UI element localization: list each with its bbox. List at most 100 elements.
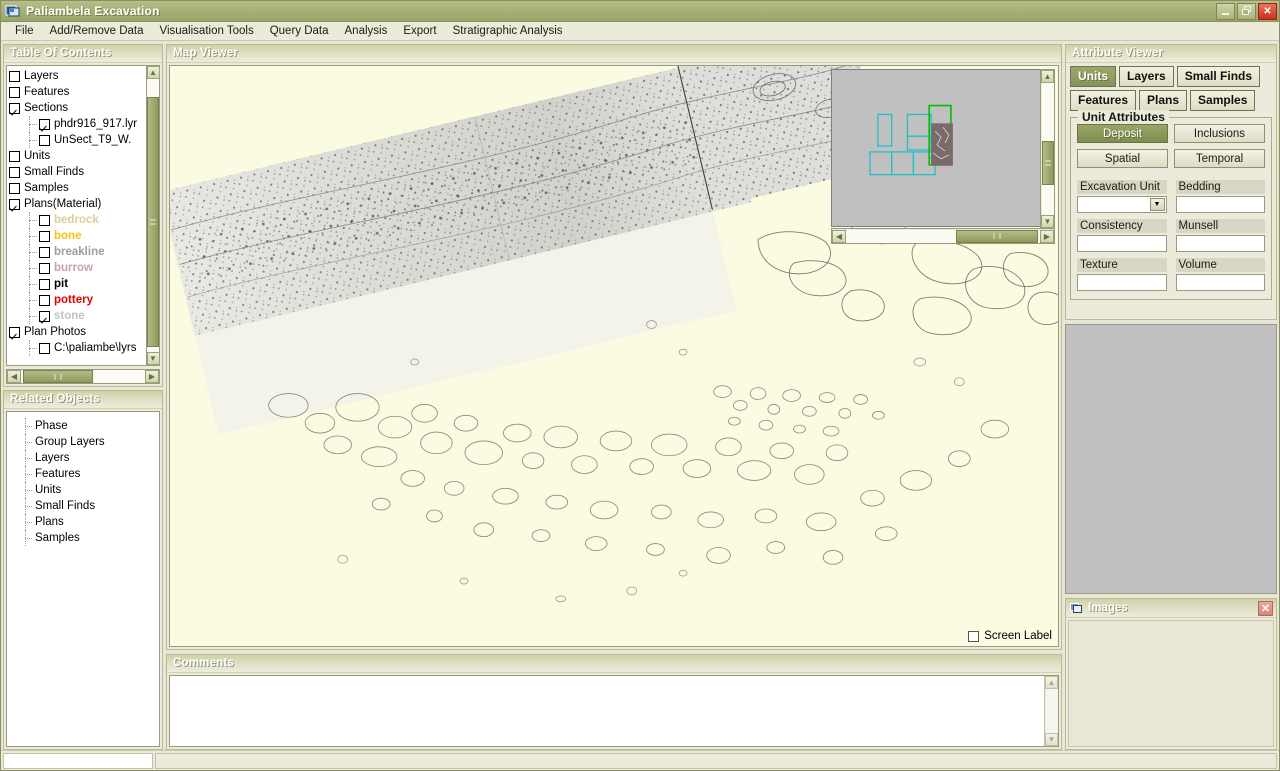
- menu-item-visualisation-tools[interactable]: Visualisation Tools: [152, 23, 262, 39]
- toc-item[interactable]: stone: [9, 308, 146, 324]
- toc-item-checkbox[interactable]: [9, 166, 20, 178]
- scroll-left-icon[interactable]: ◀: [7, 370, 21, 383]
- toc-item-checkbox[interactable]: [39, 294, 50, 306]
- toc-item[interactable]: Features: [9, 84, 146, 100]
- overview-vertical-scrollbar[interactable]: ▲ ▼: [1040, 69, 1055, 229]
- overview-scroll-down-icon[interactable]: ▼: [1041, 215, 1054, 228]
- related-object-item[interactable]: Units: [7, 482, 159, 498]
- menu-item-analysis[interactable]: Analysis: [337, 23, 396, 39]
- tab-units[interactable]: Units: [1070, 66, 1116, 87]
- related-object-item[interactable]: Phase: [7, 418, 159, 434]
- related-object-item[interactable]: Plans: [7, 514, 159, 530]
- menu-item-query-data[interactable]: Query Data: [262, 23, 337, 39]
- toc-item-checkbox[interactable]: [39, 134, 50, 146]
- hscroll-track[interactable]: [21, 370, 145, 383]
- related-object-item[interactable]: Samples: [7, 530, 159, 546]
- toc-item[interactable]: Samples: [9, 180, 146, 196]
- inclusions-button[interactable]: Inclusions: [1174, 124, 1265, 143]
- scroll-right-icon[interactable]: ▶: [145, 370, 159, 383]
- overview-hscroll-track[interactable]: [846, 229, 1040, 243]
- layer-tree-vertical-scrollbar[interactable]: ▲ ▼: [146, 65, 160, 366]
- texture-input[interactable]: [1077, 274, 1167, 291]
- scroll-down-icon[interactable]: ▼: [146, 352, 160, 365]
- consistency-input[interactable]: [1077, 235, 1167, 252]
- scroll-thumb[interactable]: [147, 97, 159, 347]
- scroll-track[interactable]: [147, 79, 159, 352]
- toc-item-checkbox[interactable]: [39, 230, 50, 242]
- temporal-button[interactable]: Temporal: [1174, 149, 1265, 168]
- images-thumbnail-area[interactable]: [1068, 620, 1274, 747]
- menu-item-stratigraphic-analysis[interactable]: Stratigraphic Analysis: [445, 23, 571, 39]
- toc-item[interactable]: Units: [9, 148, 146, 164]
- comments-textarea[interactable]: [170, 676, 1044, 746]
- scroll-up-icon[interactable]: ▲: [146, 66, 160, 79]
- toc-item[interactable]: bedrock: [9, 212, 146, 228]
- images-close-icon[interactable]: ✕: [1258, 601, 1273, 616]
- volume-input[interactable]: [1175, 274, 1265, 291]
- toc-item-checkbox[interactable]: [9, 198, 20, 210]
- screen-label-checkbox[interactable]: [968, 630, 980, 642]
- toc-item-checkbox[interactable]: [39, 310, 50, 322]
- toc-item-checkbox[interactable]: [39, 118, 50, 130]
- overview-scroll-left-icon[interactable]: ◀: [832, 229, 846, 243]
- toc-item[interactable]: phdr916_917.lyr: [9, 116, 146, 132]
- toc-item[interactable]: Plans(Material): [9, 196, 146, 212]
- toc-item-checkbox[interactable]: [9, 150, 20, 162]
- screen-label-control[interactable]: Screen Label: [968, 630, 1052, 642]
- tab-plans[interactable]: Plans: [1139, 90, 1188, 111]
- toc-item-checkbox[interactable]: [39, 342, 50, 354]
- menu-item-export[interactable]: Export: [395, 23, 444, 39]
- toc-item-checkbox[interactable]: [39, 214, 50, 226]
- toc-item-checkbox[interactable]: [9, 86, 20, 98]
- toc-item[interactable]: Small Finds: [9, 164, 146, 180]
- overview-scroll-up-icon[interactable]: ▲: [1041, 70, 1054, 83]
- spatial-button[interactable]: Spatial: [1077, 149, 1168, 168]
- hscroll-thumb[interactable]: [23, 370, 93, 383]
- close-button[interactable]: ✕: [1258, 2, 1277, 20]
- layer-tree[interactable]: Layers Features Sections phdr916_917.lyr UnS…: [6, 65, 146, 366]
- tab-samples[interactable]: Samples: [1190, 90, 1256, 111]
- related-object-item[interactable]: Features: [7, 466, 159, 482]
- toc-item[interactable]: Layers: [9, 68, 146, 84]
- overview-hscroll-thumb[interactable]: [956, 229, 1038, 243]
- tab-features[interactable]: Features: [1070, 90, 1137, 111]
- toc-item[interactable]: breakline: [9, 244, 146, 260]
- chevron-down-icon[interactable]: ▼: [1149, 198, 1165, 211]
- layer-tree-horizontal-scrollbar[interactable]: ◀ ▶: [6, 369, 160, 384]
- menu-item-add-remove-data[interactable]: Add/Remove Data: [42, 23, 152, 39]
- munsell-input[interactable]: [1175, 235, 1265, 252]
- overview-map-inset[interactable]: ▲ ▼: [831, 69, 1055, 229]
- toc-item[interactable]: UnSect_T9_W.: [9, 132, 146, 148]
- restore-button[interactable]: [1237, 2, 1256, 20]
- toc-item-checkbox[interactable]: [39, 262, 50, 274]
- comments-scroll-up-icon[interactable]: ▲: [1045, 676, 1058, 689]
- overview-scroll-right-icon[interactable]: ▶: [1040, 229, 1054, 243]
- toc-item[interactable]: pottery: [9, 292, 146, 308]
- bedding-input[interactable]: [1175, 196, 1265, 213]
- toc-item[interactable]: pit: [9, 276, 146, 292]
- toc-item[interactable]: Plan Photos: [9, 324, 146, 340]
- toc-item[interactable]: Sections: [9, 100, 146, 116]
- toc-item[interactable]: burrow: [9, 260, 146, 276]
- toc-item-checkbox[interactable]: [39, 246, 50, 258]
- deposit-button[interactable]: Deposit: [1077, 124, 1168, 143]
- overview-scroll-thumb[interactable]: [1041, 141, 1054, 185]
- map-canvas-area[interactable]: ▲ ▼ ◀ ▶ Screen Label: [169, 65, 1059, 647]
- tab-layers[interactable]: Layers: [1119, 66, 1174, 87]
- toc-item-checkbox[interactable]: [9, 182, 20, 194]
- toc-item[interactable]: bone: [9, 228, 146, 244]
- toc-item[interactable]: C:\paliambe\lyrs: [9, 340, 146, 356]
- toc-item-checkbox[interactable]: [9, 326, 20, 338]
- related-objects-list[interactable]: Phase Group Layers Layers Features Units Smal…: [6, 411, 160, 747]
- comments-scroll-track[interactable]: [1045, 689, 1058, 733]
- toc-item-checkbox[interactable]: [9, 102, 20, 114]
- overview-horizontal-scrollbar[interactable]: ◀ ▶: [831, 228, 1055, 244]
- comments-vertical-scrollbar[interactable]: ▲ ▼: [1044, 676, 1058, 746]
- minimize-button[interactable]: [1216, 2, 1235, 20]
- comments-scroll-down-icon[interactable]: ▼: [1045, 733, 1058, 746]
- related-object-item[interactable]: Small Finds: [7, 498, 159, 514]
- excavation-unit-combo[interactable]: ▼: [1077, 196, 1167, 213]
- overview-scroll-track[interactable]: [1041, 83, 1054, 215]
- related-object-item[interactable]: Group Layers: [7, 434, 159, 450]
- tab-small-finds[interactable]: Small Finds: [1176, 66, 1261, 87]
